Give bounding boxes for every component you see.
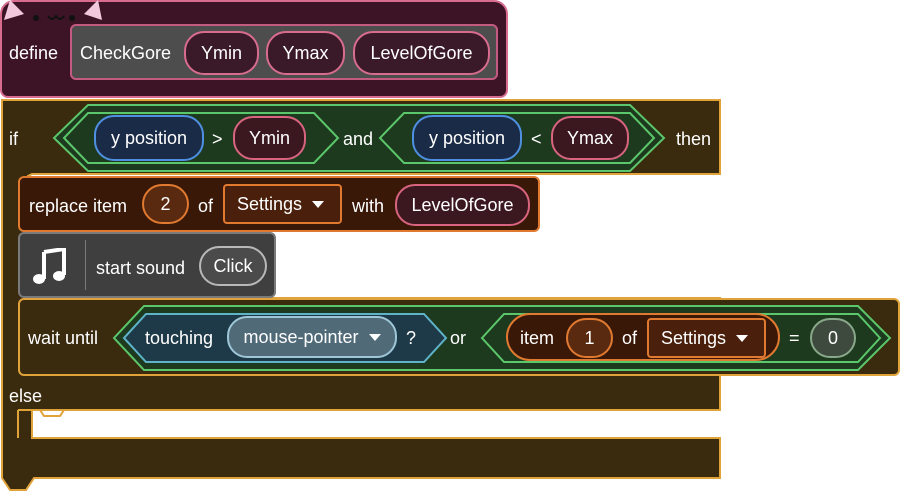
item-index-input[interactable]: 1 (566, 318, 613, 358)
music-note-icon (33, 248, 66, 284)
y-position-reporter-left[interactable]: y position (94, 115, 204, 161)
start-sound-label: start sound (96, 258, 186, 278)
replace-of-label: of (198, 196, 214, 216)
replace-index-input[interactable]: 2 (142, 184, 189, 224)
dropdown-arrow-icon (312, 200, 325, 208)
replace-list-dropdown[interactable]: Settings (223, 184, 342, 224)
level-of-gore-reporter[interactable]: LevelOfGore (395, 184, 530, 226)
item-label: item (520, 328, 555, 348)
sound-menu[interactable]: Click (199, 246, 267, 286)
touching-question: ? (406, 328, 417, 348)
replace-list-value: Settings (237, 193, 303, 214)
param-ymin[interactable]: Ymin (184, 31, 259, 75)
item-list-dropdown[interactable]: Settings (647, 318, 766, 358)
touching-target-menu[interactable]: mouse-pointer (227, 316, 397, 358)
and-label: and (343, 129, 374, 149)
if-label: if (9, 129, 18, 149)
param-ymax[interactable]: Ymax (266, 31, 345, 75)
ymax-reporter[interactable]: Ymax (551, 116, 629, 160)
or-label: or (450, 328, 467, 348)
greater-than-op: > (212, 129, 223, 149)
equals-value-input[interactable]: 0 (810, 318, 856, 358)
custom-block-name: CheckGore (80, 43, 172, 63)
then-label: then (676, 129, 712, 149)
else-label: else (9, 386, 43, 406)
y-position-reporter-right[interactable]: y position (412, 115, 522, 161)
touching-label: touching (145, 328, 214, 348)
item-list-value: Settings (661, 327, 727, 348)
equals-op: = (789, 328, 800, 348)
less-than-op: < (531, 129, 542, 149)
sound-divider (85, 240, 86, 290)
replace-item-label: replace item (29, 196, 128, 216)
dropdown-arrow-icon (736, 334, 749, 342)
dropdown-arrow-icon (368, 333, 381, 341)
item-of-label: of (622, 328, 638, 348)
wait-until-label: wait until (28, 328, 99, 348)
with-label: with (352, 196, 385, 216)
param-level-of-gore[interactable]: LevelOfGore (353, 31, 490, 75)
define-keyword: define (9, 43, 59, 63)
ymin-reporter[interactable]: Ymin (233, 116, 306, 160)
touching-target-value: mouse-pointer (243, 326, 359, 347)
